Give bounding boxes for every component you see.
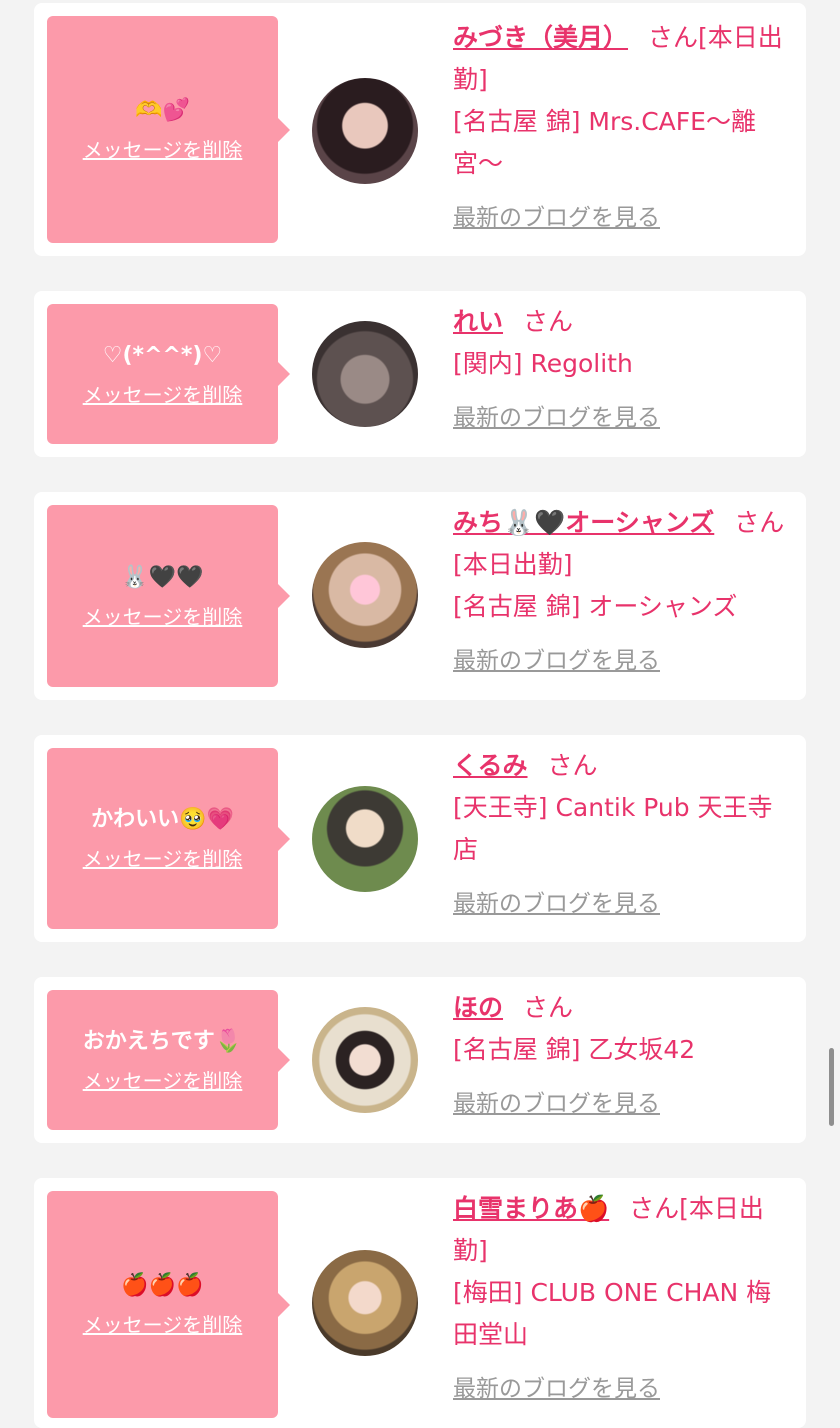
- cast-info: 白雪まりあ🍎 さん[本日出勤] [梅田] CLUB ONE CHAN 梅田堂山 最…: [453, 1188, 793, 1410]
- honorific: さん: [547, 751, 598, 780]
- cast-name-link[interactable]: ほの: [453, 993, 503, 1022]
- message-bubble: おかえちです🌷 メッセージを削除: [47, 990, 290, 1130]
- cast-info: みづき（美月） さん[本日出勤] [名古屋 錦] Mrs.CAFE〜離宮〜 最新の…: [453, 17, 793, 239]
- avatar[interactable]: [312, 542, 418, 648]
- message-bubble: かわいい🥹💗 メッセージを削除: [47, 748, 290, 929]
- list-item: おかえちです🌷 メッセージを削除 ほの さん [名古屋 錦] 乙女坂42 最新のブ…: [34, 977, 806, 1143]
- delete-message-link[interactable]: メッセージを削除: [83, 134, 243, 163]
- list-item: 🍎🍎🍎 メッセージを削除 白雪まりあ🍎 さん[本日出勤] [梅田] CLUB ON…: [34, 1178, 806, 1428]
- message-bubble: 🍎🍎🍎 メッセージを削除: [47, 1191, 290, 1418]
- shop-label: [名古屋 錦] 乙女坂42: [453, 1035, 696, 1064]
- cast-name-link[interactable]: くるみ: [453, 751, 528, 780]
- list-item: ♡(*^^*)♡ メッセージを削除 れい さん [関内] Regolith 最新の…: [34, 291, 806, 457]
- list-item: 🐰🖤🖤 メッセージを削除 みち🐰🖤オーシャンズ さん [本日出勤] [名古屋 錦] …: [34, 492, 806, 700]
- avatar[interactable]: [312, 321, 418, 427]
- list-item: かわいい🥹💗 メッセージを削除 くるみ さん [天王寺] Cantik Pub 天…: [34, 735, 806, 942]
- honorific: さん: [648, 23, 699, 52]
- cast-name-link[interactable]: みち🐰🖤オーシャンズ: [453, 508, 714, 537]
- cast-info: くるみ さん [天王寺] Cantik Pub 天王寺店 最新のブログを見る: [453, 745, 793, 925]
- shop-label: [名古屋 錦] Mrs.CAFE〜離宮〜: [453, 107, 756, 178]
- message-bubble: ♡(*^^*)♡ メッセージを削除: [47, 304, 290, 444]
- avatar[interactable]: [312, 786, 418, 892]
- latest-blog-link[interactable]: 最新のブログを見る: [453, 1083, 660, 1125]
- message-text: 🫶💕: [135, 98, 190, 123]
- latest-blog-link[interactable]: 最新のブログを見る: [453, 197, 660, 239]
- delete-message-link[interactable]: メッセージを削除: [83, 379, 243, 408]
- delete-message-link[interactable]: メッセージを削除: [83, 601, 243, 630]
- message-bubble: 🫶💕 メッセージを削除: [47, 16, 290, 243]
- shop-label: [関内] Regolith: [453, 349, 633, 378]
- message-text: おかえちです🌷: [82, 1028, 243, 1054]
- shop-label: [梅田] CLUB ONE CHAN 梅田堂山: [453, 1278, 772, 1349]
- latest-blog-link[interactable]: 最新のブログを見る: [453, 397, 660, 439]
- avatar[interactable]: [312, 1007, 418, 1113]
- delete-message-link[interactable]: メッセージを削除: [83, 843, 243, 872]
- latest-blog-link[interactable]: 最新のブログを見る: [453, 640, 660, 682]
- honorific: さん: [523, 993, 574, 1022]
- attendance-label: [本日出勤]: [453, 550, 573, 579]
- cast-name-link[interactable]: みづき（美月）: [453, 23, 628, 52]
- honorific: さん: [629, 1194, 680, 1223]
- cast-name-link[interactable]: 白雪まりあ🍎: [453, 1194, 609, 1223]
- message-text: ♡(*^^*)♡: [102, 342, 223, 368]
- latest-blog-link[interactable]: 最新のブログを見る: [453, 1368, 660, 1410]
- message-text: 🍎🍎🍎: [121, 1273, 204, 1298]
- shop-label: [名古屋 錦] オーシャンズ: [453, 592, 738, 621]
- delete-message-link[interactable]: メッセージを削除: [83, 1065, 243, 1094]
- scrollbar[interactable]: [829, 1048, 834, 1126]
- shop-label: [天王寺] Cantik Pub 天王寺店: [453, 793, 773, 864]
- cast-name-link[interactable]: れい: [453, 307, 503, 336]
- list-item: 🫶💕 メッセージを削除 みづき（美月） さん[本日出勤] [名古屋 錦] Mrs.…: [34, 3, 806, 256]
- honorific: さん: [523, 307, 574, 336]
- avatar[interactable]: [312, 1250, 418, 1356]
- cast-info: れい さん [関内] Regolith 最新のブログを見る: [453, 301, 793, 439]
- message-bubble: 🐰🖤🖤 メッセージを削除: [47, 505, 290, 687]
- honorific: さん: [734, 508, 785, 537]
- avatar[interactable]: [312, 78, 418, 184]
- message-text: 🐰🖤🖤: [121, 564, 204, 590]
- cast-info: みち🐰🖤オーシャンズ さん [本日出勤] [名古屋 錦] オーシャンズ 最新のブログ…: [453, 502, 793, 682]
- cast-info: ほの さん [名古屋 錦] 乙女坂42 最新のブログを見る: [453, 987, 793, 1125]
- delete-message-link[interactable]: メッセージを削除: [83, 1309, 243, 1338]
- latest-blog-link[interactable]: 最新のブログを見る: [453, 883, 660, 925]
- message-text: かわいい🥹💗: [91, 807, 234, 832]
